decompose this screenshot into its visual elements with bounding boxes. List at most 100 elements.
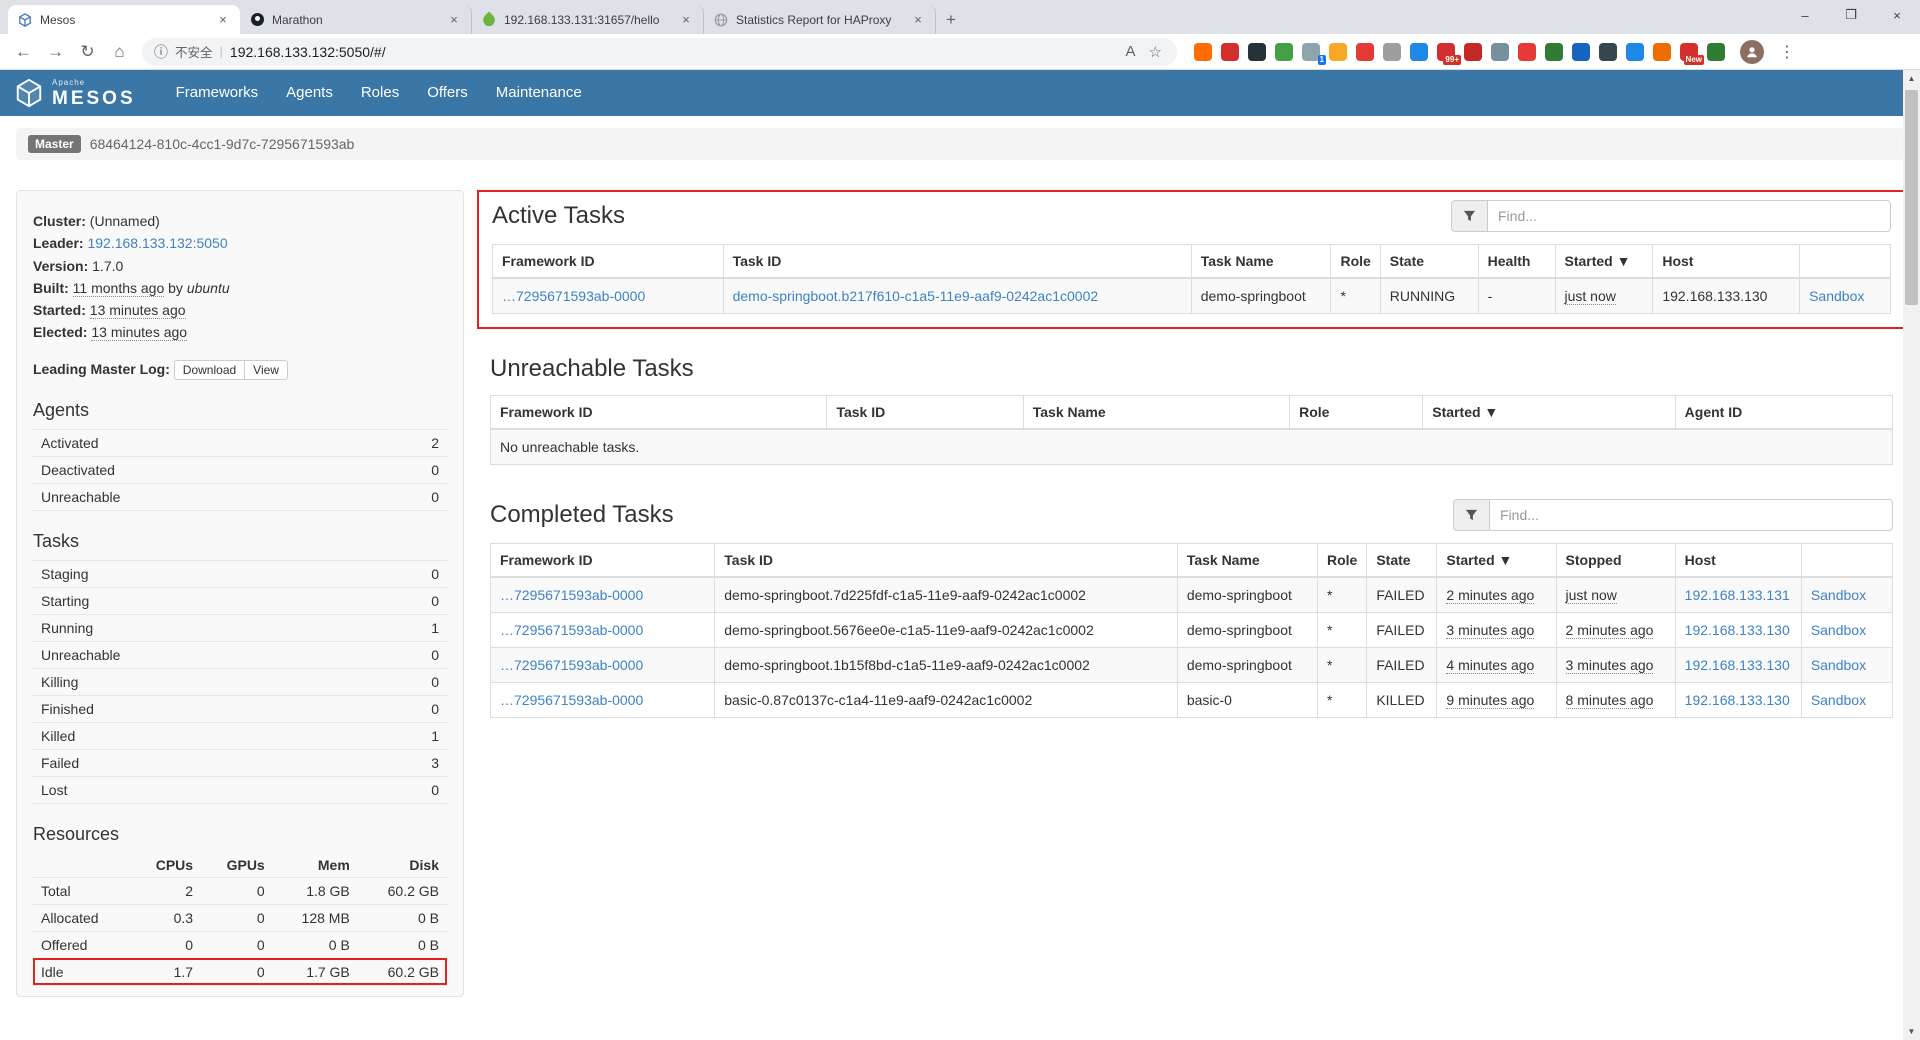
- profile-avatar[interactable]: [1740, 40, 1764, 64]
- col-started[interactable]: Started ▼: [1423, 396, 1675, 430]
- translate-icon[interactable]: A: [1123, 43, 1139, 60]
- minimize-button[interactable]: –: [1782, 0, 1828, 30]
- extension-icon[interactable]: [1545, 43, 1563, 61]
- sandbox-link[interactable]: Sandbox: [1811, 657, 1866, 673]
- host-link[interactable]: 192.168.133.130: [1685, 657, 1790, 673]
- extension-icon[interactable]: [1356, 43, 1374, 61]
- reload-icon[interactable]: ↻: [74, 38, 101, 65]
- col-task-id[interactable]: Task ID: [723, 245, 1191, 279]
- log-view-button[interactable]: View: [244, 360, 288, 380]
- log-download-button[interactable]: Download: [174, 360, 245, 380]
- framework-id-link[interactable]: …7295671593ab-0000: [502, 288, 645, 304]
- tab-springboot-app[interactable]: 192.168.133.131:31657/hello ×: [472, 5, 704, 34]
- extension-icon[interactable]: [1383, 43, 1401, 61]
- completed-tasks-heading: Completed Tasks: [490, 501, 674, 529]
- sandbox-link[interactable]: Sandbox: [1811, 587, 1866, 603]
- col-role[interactable]: Role: [1290, 396, 1423, 430]
- col-stopped[interactable]: Stopped: [1556, 544, 1675, 578]
- col-started[interactable]: Started ▼: [1437, 544, 1556, 578]
- extension-icon[interactable]: [1329, 43, 1347, 61]
- extension-icon[interactable]: [1491, 43, 1509, 61]
- bookmark-star-icon[interactable]: ☆: [1146, 43, 1165, 61]
- extension-icon[interactable]: 99+: [1437, 43, 1455, 61]
- sandbox-link[interactable]: Sandbox: [1809, 288, 1864, 304]
- home-icon[interactable]: ⌂: [106, 38, 133, 65]
- host-link[interactable]: 192.168.133.130: [1685, 622, 1790, 638]
- nav-frameworks[interactable]: Frameworks: [162, 70, 273, 116]
- framework-id-link[interactable]: …7295671593ab-0000: [500, 622, 643, 638]
- extension-icon[interactable]: [1518, 43, 1536, 61]
- new-tab-button[interactable]: +: [936, 5, 966, 34]
- host-link[interactable]: 192.168.133.131: [1685, 587, 1790, 603]
- active-tasks-heading: Active Tasks: [492, 202, 625, 230]
- tab-mesos[interactable]: Mesos ×: [8, 5, 240, 34]
- extension-icon[interactable]: [1464, 43, 1482, 61]
- forward-icon[interactable]: →: [42, 38, 69, 65]
- nav-agents[interactable]: Agents: [272, 70, 347, 116]
- col-framework-id[interactable]: Framework ID: [491, 544, 715, 578]
- url-text[interactable]: 192.168.133.132:5050/#/: [230, 44, 1116, 60]
- extension-icon[interactable]: New: [1680, 43, 1698, 61]
- extension-icon[interactable]: [1572, 43, 1590, 61]
- col-task-name[interactable]: Task Name: [1191, 245, 1331, 279]
- back-icon[interactable]: ←: [10, 38, 37, 65]
- browser-menu-icon[interactable]: ⋮: [1769, 42, 1805, 62]
- task-id-link[interactable]: demo-springboot.b217f610-c1a5-11e9-aaf9-…: [733, 288, 1099, 304]
- active-tasks-find-input[interactable]: [1487, 200, 1891, 232]
- scroll-up-icon[interactable]: ▲: [1903, 70, 1920, 87]
- col-state[interactable]: State: [1367, 544, 1437, 578]
- nav-maintenance[interactable]: Maintenance: [482, 70, 596, 116]
- tab-marathon[interactable]: Marathon ×: [240, 5, 472, 34]
- col-task-name[interactable]: Task Name: [1177, 544, 1317, 578]
- close-icon[interactable]: ×: [910, 12, 926, 27]
- close-icon[interactable]: ×: [446, 12, 462, 27]
- task-role: *: [1317, 613, 1366, 648]
- extension-icon[interactable]: [1221, 43, 1239, 61]
- extension-icon[interactable]: [1248, 43, 1266, 61]
- col-task-id[interactable]: Task ID: [827, 396, 1023, 430]
- col-started[interactable]: Started ▼: [1555, 245, 1653, 279]
- maximize-button[interactable]: ❐: [1828, 0, 1874, 30]
- extension-icon[interactable]: [1410, 43, 1428, 61]
- leader-link[interactable]: 192.168.133.132:5050: [87, 235, 227, 251]
- address-bar[interactable]: ⓘ 不安全 | 192.168.133.132:5050/#/ A ☆: [142, 38, 1177, 66]
- completed-tasks-find-input[interactable]: [1489, 499, 1893, 531]
- page-scrollbar[interactable]: ▲ ▼: [1903, 70, 1920, 1040]
- window-close-button[interactable]: ×: [1874, 0, 1920, 30]
- extension-icon[interactable]: [1653, 43, 1671, 61]
- col-role[interactable]: Role: [1317, 544, 1366, 578]
- extension-icon[interactable]: [1707, 43, 1725, 61]
- site-info-icon[interactable]: ⓘ: [154, 42, 168, 62]
- extension-icon[interactable]: 1: [1302, 43, 1320, 61]
- sandbox-link[interactable]: Sandbox: [1811, 622, 1866, 638]
- tab-haproxy-stats[interactable]: Statistics Report for HAProxy ×: [704, 5, 936, 34]
- scroll-down-icon[interactable]: ▼: [1903, 1023, 1920, 1040]
- col-state[interactable]: State: [1380, 245, 1478, 279]
- mesos-brand[interactable]: Apache MESOS: [14, 78, 136, 108]
- col-agent-id[interactable]: Agent ID: [1675, 396, 1892, 430]
- col-host[interactable]: Host: [1653, 245, 1800, 279]
- nav-offers[interactable]: Offers: [413, 70, 482, 116]
- col-health[interactable]: Health: [1478, 245, 1555, 279]
- col-role[interactable]: Role: [1331, 245, 1380, 279]
- extension-icon[interactable]: [1599, 43, 1617, 61]
- master-badge: Master: [28, 135, 81, 153]
- col-framework-id[interactable]: Framework ID: [491, 396, 827, 430]
- extension-icon[interactable]: [1194, 43, 1212, 61]
- extension-icon[interactable]: [1626, 43, 1644, 61]
- leader-label: Leader:: [33, 235, 84, 251]
- col-task-name[interactable]: Task Name: [1023, 396, 1289, 430]
- extension-icon[interactable]: [1275, 43, 1293, 61]
- col-task-id[interactable]: Task ID: [715, 544, 1178, 578]
- framework-id-link[interactable]: …7295671593ab-0000: [500, 657, 643, 673]
- col-host[interactable]: Host: [1675, 544, 1801, 578]
- close-icon[interactable]: ×: [215, 12, 231, 27]
- framework-id-link[interactable]: …7295671593ab-0000: [500, 587, 643, 603]
- host-link[interactable]: 192.168.133.130: [1685, 692, 1790, 708]
- scrollbar-thumb[interactable]: [1905, 90, 1918, 305]
- framework-id-link[interactable]: …7295671593ab-0000: [500, 692, 643, 708]
- col-framework-id[interactable]: Framework ID: [493, 245, 724, 279]
- sandbox-link[interactable]: Sandbox: [1811, 692, 1866, 708]
- close-icon[interactable]: ×: [678, 12, 694, 27]
- nav-roles[interactable]: Roles: [347, 70, 413, 116]
